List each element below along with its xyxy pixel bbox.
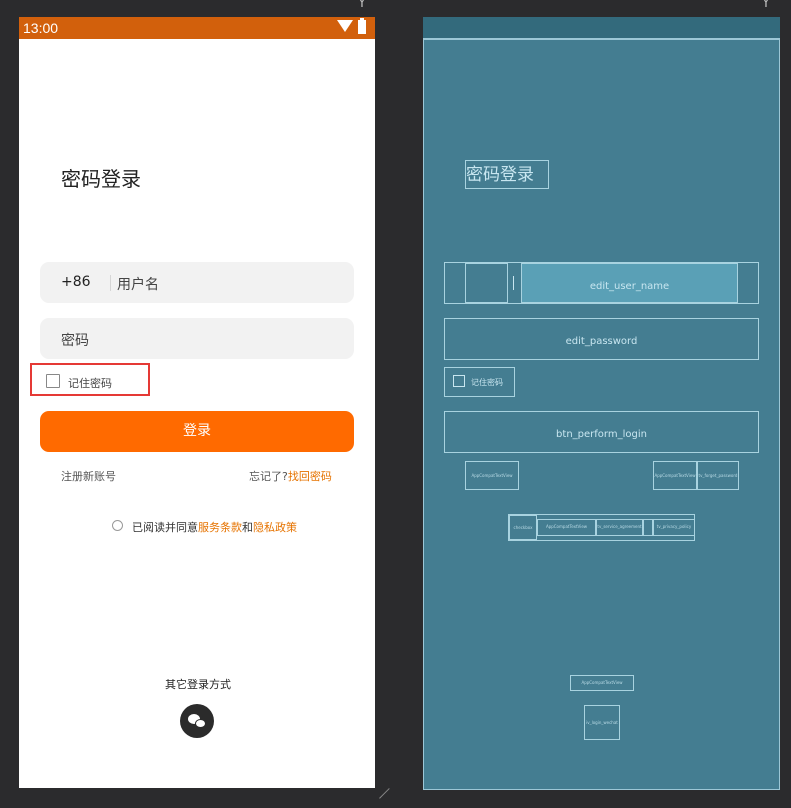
bp-agree-text: AppCompatTextView bbox=[537, 519, 596, 536]
wifi-icon bbox=[337, 20, 353, 32]
blueprint-status-bar bbox=[423, 17, 780, 39]
login-button[interactable]: 登录 bbox=[40, 411, 354, 452]
bp-edit-password[interactable]: edit_password bbox=[444, 318, 759, 360]
forgot-prefix: 忘记了? bbox=[249, 470, 288, 483]
wechat-bubble bbox=[195, 719, 206, 728]
bp-btn-perform-login[interactable]: btn_perform_login bbox=[444, 411, 759, 453]
bp-title[interactable]: 密码登录 bbox=[465, 160, 549, 189]
page-title: 密码登录 bbox=[61, 167, 141, 191]
bp-country-code[interactable] bbox=[465, 263, 508, 303]
bp-agreement-row: checkbox AppCompatTextView tv_service_ag… bbox=[508, 514, 695, 541]
bp-and-text bbox=[643, 519, 653, 536]
bp-register-text[interactable]: AppCompatTextView bbox=[465, 461, 519, 490]
bp-remember-label: 记住密码 bbox=[471, 378, 503, 387]
terms-link[interactable]: 服务条款 bbox=[198, 521, 242, 534]
forgot-password-row: 忘记了?找回密码 bbox=[249, 468, 332, 484]
blueprint-preview: 密码登录 edit_user_name edit_password 记住密码 b… bbox=[423, 17, 780, 790]
agreement-radio-icon[interactable] bbox=[112, 520, 123, 531]
bp-agree-checkbox[interactable]: checkbox bbox=[509, 515, 537, 540]
agreement-text: 已阅读并同意服务条款和隐私政策 bbox=[132, 519, 297, 535]
username-hint: 用户名 bbox=[117, 277, 159, 293]
username-field[interactable]: +86 用户名 bbox=[40, 262, 354, 303]
pin-icon: Y bbox=[762, 0, 770, 11]
status-bar: 13:00 bbox=[19, 17, 375, 39]
password-hint: 密码 bbox=[61, 333, 89, 349]
bp-remember-checkbox[interactable]: 记住密码 bbox=[444, 367, 515, 397]
bp-privacy-policy[interactable]: tv_privacy_policy bbox=[653, 519, 695, 536]
bp-forgot-password[interactable]: tv_forget_password bbox=[697, 461, 739, 490]
password-field[interactable]: 密码 bbox=[40, 318, 354, 359]
agreement-prefix: 已阅读并同意 bbox=[132, 521, 198, 534]
forgot-password-link[interactable]: 找回密码 bbox=[288, 470, 332, 483]
bp-forgot-text[interactable]: AppCompatTextView bbox=[653, 461, 697, 490]
bp-divider bbox=[513, 276, 514, 290]
wechat-icon[interactable] bbox=[180, 704, 214, 738]
battery-icon bbox=[358, 18, 366, 34]
country-code[interactable]: +86 bbox=[61, 274, 91, 290]
divider bbox=[110, 275, 111, 291]
bp-other-login-text: AppCompatTextView bbox=[570, 675, 634, 691]
bp-edit-user-name[interactable]: edit_user_name bbox=[521, 263, 738, 303]
bp-service-agreement[interactable]: tv_service_agreement bbox=[596, 519, 643, 536]
pin-icon: Y bbox=[358, 0, 366, 11]
status-time: 13:00 bbox=[23, 20, 59, 36]
bp-checkbox-icon bbox=[453, 375, 465, 387]
privacy-link[interactable]: 隐私政策 bbox=[253, 521, 297, 534]
register-link[interactable]: 注册新账号 bbox=[61, 468, 116, 484]
bp-wechat-icon[interactable]: iv_login_wechat bbox=[584, 705, 620, 740]
design-preview: 13:00 密码登录 +86 用户名 密码 记住密码 登录 注册新账号 忘记了?… bbox=[19, 17, 375, 788]
other-login-label: 其它登录方式 bbox=[165, 678, 231, 691]
highlight-box bbox=[30, 363, 150, 396]
agreement-and: 和 bbox=[242, 521, 253, 534]
bp-username-container[interactable]: edit_user_name bbox=[444, 262, 759, 304]
